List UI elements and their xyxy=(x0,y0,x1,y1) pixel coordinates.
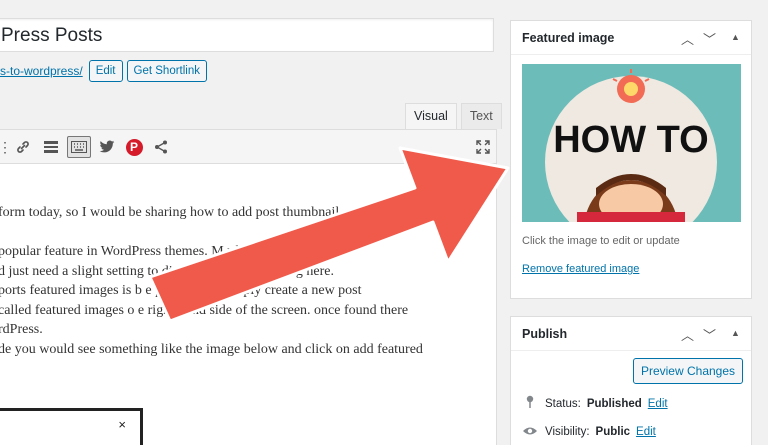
paragraph-line: ports featured images is b e post editor… xyxy=(0,283,362,298)
publish-title: Publish xyxy=(522,327,568,341)
collapse-toggle-icon[interactable]: ▲ xyxy=(731,32,740,42)
collapse-toggle-icon[interactable]: ▲ xyxy=(731,328,740,338)
paragraph-line: popular feature in WordPress themes. M r… xyxy=(0,244,333,259)
visibility-row: Visibility: Public Edit xyxy=(521,424,656,439)
tab-text[interactable]: Text xyxy=(460,103,502,129)
post-title-field[interactable]: Press Posts xyxy=(0,18,494,52)
paragraph-line: called featured images o e right-hand si… xyxy=(0,302,409,318)
pinterest-icon[interactable]: P xyxy=(124,137,144,157)
move-up-icon[interactable]: ︿ xyxy=(681,29,694,48)
editor-content: form today, so I would be sharing how to… xyxy=(0,203,498,359)
paragraph-line: rdPress. xyxy=(0,322,43,337)
paragraph-line: form today, so I would be sharing how to… xyxy=(0,205,340,220)
edit-permalink-button[interactable]: Edit xyxy=(88,60,123,82)
close-icon: × xyxy=(118,417,126,432)
visibility-value: Public xyxy=(595,425,631,438)
share-icon[interactable] xyxy=(151,137,171,157)
featured-image-box: Featured image ︿ ﹀ ▲ HOW TO Click the im… xyxy=(510,20,752,299)
featured-image-heading: HOW TO xyxy=(553,119,709,161)
visibility-label: Visibility: xyxy=(545,425,590,438)
preview-changes-button[interactable]: Preview Changes xyxy=(633,358,743,384)
twitter-icon[interactable] xyxy=(97,137,117,157)
move-down-icon[interactable]: ﹀ xyxy=(703,325,716,344)
fullscreen-icon[interactable] xyxy=(473,137,493,157)
eye-icon xyxy=(521,424,539,439)
status-label: Status: xyxy=(545,397,581,410)
embedded-screenshot: × xyxy=(0,408,143,445)
link-icon[interactable] xyxy=(13,137,33,157)
get-shortlink-button[interactable]: Get Shortlink xyxy=(126,60,207,82)
status-value: Published xyxy=(586,397,642,410)
post-title-text: Press Posts xyxy=(1,25,103,46)
keyboard-icon[interactable] xyxy=(67,136,91,158)
publish-box: Publish ︿ ﹀ ▲ Preview Changes Status: Pu… xyxy=(510,316,752,445)
move-up-icon[interactable]: ︿ xyxy=(681,325,694,344)
move-down-icon[interactable]: ﹀ xyxy=(703,29,716,48)
remove-featured-image-link[interactable]: Remove featured image xyxy=(522,263,639,275)
featured-image-title: Featured image xyxy=(522,31,615,45)
paragraph-line: de you would see something like the imag… xyxy=(0,341,423,357)
tab-visual[interactable]: Visual xyxy=(405,103,457,129)
paragraph-line: d just need a slight setting to disp wou… xyxy=(0,263,334,279)
publish-header: Publish ︿ ﹀ ▲ xyxy=(511,317,751,351)
permalink-link[interactable]: s-to-wordpress/ xyxy=(0,64,83,78)
read-more-icon[interactable] xyxy=(41,137,61,157)
edit-visibility-link[interactable]: Edit xyxy=(636,426,656,438)
pin-icon xyxy=(521,395,539,412)
status-row: Status: Published Edit xyxy=(521,395,668,412)
featured-image-caption: Click the image to edit or update xyxy=(522,235,680,247)
edit-status-link[interactable]: Edit xyxy=(648,398,668,410)
featured-image-header: Featured image ︿ ﹀ ▲ xyxy=(511,21,751,55)
featured-image-thumbnail[interactable]: HOW TO xyxy=(522,64,741,222)
editor-tabs: Visual Text xyxy=(405,103,502,129)
permalink-row: s-to-wordpress/ Edit Get Shortlink xyxy=(0,60,207,82)
editor-toolbar: ⋮ P xyxy=(0,130,496,164)
